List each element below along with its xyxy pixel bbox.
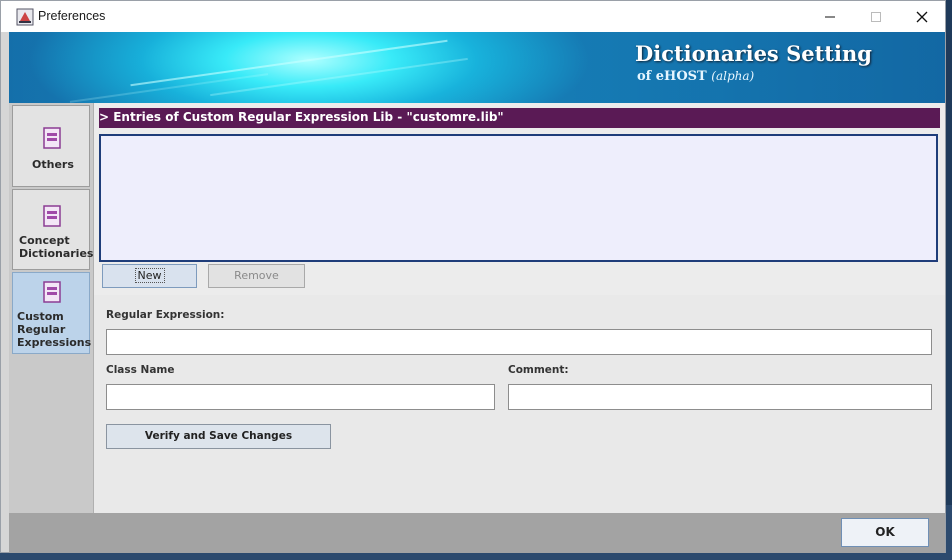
- sidebar-item-others[interactable]: Others: [12, 105, 90, 187]
- window-title: Preferences: [38, 9, 106, 23]
- java-app-icon: [16, 8, 34, 26]
- remove-button[interactable]: Remove: [208, 264, 305, 288]
- verify-save-button[interactable]: Verify and Save Changes: [106, 424, 331, 449]
- banner-streak: [69, 73, 269, 103]
- minimize-button[interactable]: [807, 1, 853, 32]
- minimize-icon: [825, 16, 835, 17]
- sidebar-item-concept-dictionaries[interactable]: Concept Dictionaries: [12, 189, 94, 270]
- comment-input[interactable]: [508, 384, 932, 410]
- regex-label: Regular Expression:: [106, 309, 225, 321]
- sidebar: Others Concept Dictionaries Custom Regul…: [9, 103, 94, 513]
- banner-image: Dictionaries Setting of eHOST (alpha): [9, 32, 945, 103]
- ok-button[interactable]: OK: [841, 518, 929, 547]
- new-button-label: New: [134, 268, 165, 283]
- sidebar-item-label: Others: [32, 158, 74, 171]
- sidebar-item-label: Concept Dictionaries: [19, 234, 94, 260]
- preferences-window: Preferences Dictionaries Setting of eHOS…: [0, 0, 946, 553]
- banner-streak: [130, 39, 448, 87]
- new-button[interactable]: New: [102, 264, 197, 288]
- banner-subtitle: of eHOST (alpha): [637, 69, 754, 84]
- class-name-input[interactable]: [106, 384, 495, 410]
- document-stack-icon: [43, 127, 61, 149]
- entry-editor: Regular Expression: Class Name Comment: …: [94, 295, 945, 513]
- sidebar-item-label: Custom Regular Expressions: [17, 310, 92, 349]
- comment-label: Comment:: [508, 364, 569, 376]
- footer-bar: OK: [9, 513, 945, 553]
- title-bar[interactable]: Preferences: [1, 1, 945, 32]
- document-stack-icon: [43, 205, 61, 227]
- regex-input[interactable]: [106, 329, 932, 355]
- class-name-label: Class Name: [106, 364, 175, 376]
- banner-title: Dictionaries Setting: [635, 41, 872, 66]
- maximize-icon: [871, 11, 881, 22]
- document-stack-icon: [43, 281, 61, 303]
- main-panel: > Entries of Custom Regular Expression L…: [94, 103, 945, 513]
- maximize-button[interactable]: [853, 1, 899, 32]
- section-header: > Entries of Custom Regular Expression L…: [99, 108, 940, 128]
- close-button[interactable]: [899, 1, 945, 32]
- sidebar-item-custom-regular-expressions[interactable]: Custom Regular Expressions: [12, 272, 92, 354]
- banner-subtitle-text: of eHOST: [637, 69, 707, 84]
- entries-list[interactable]: [99, 134, 938, 262]
- close-icon: [916, 11, 928, 22]
- banner-subtitle-tag: (alpha): [711, 69, 755, 83]
